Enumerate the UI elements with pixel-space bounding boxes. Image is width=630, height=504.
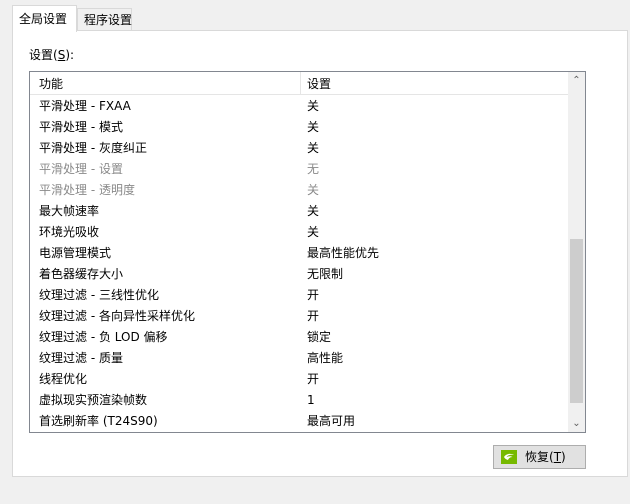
column-header-feature[interactable]: 功能 (39, 72, 63, 94)
row-feature: 虚拟现实预渲染帧数 (39, 393, 148, 407)
scroll-down-arrow-icon[interactable]: ⌄ (568, 415, 585, 432)
table-row[interactable]: 虚拟现实预渲染帧数 1 (30, 390, 568, 411)
table-row[interactable]: 最大帧速率 关 (30, 201, 568, 222)
tab-program-settings[interactable]: 程序设置 (77, 8, 132, 30)
row-setting-value: 关 (307, 225, 320, 239)
row-setting-value: 最高可用 (307, 414, 356, 428)
settings-panel: 设置(S): 功能 设置 平滑处理 - FXAA 关平滑处理 - 模式关平滑处理 … (12, 30, 628, 477)
settings-list[interactable]: 功能 设置 平滑处理 - FXAA 关平滑处理 - 模式关平滑处理 - 灰度纠正关… (29, 71, 586, 433)
table-row[interactable]: 环境光吸收 关 (30, 222, 568, 243)
row-setting-value: 关 (307, 120, 320, 134)
row-feature: 电源管理模式 (39, 246, 112, 260)
settings-rows: 平滑处理 - FXAA 关平滑处理 - 模式关平滑处理 - 灰度纠正关平滑处理 -… (30, 96, 568, 432)
restore-button-label: 恢复(T) (525, 450, 566, 464)
row-feature: 纹理过滤 - 三线性优化 (39, 288, 159, 302)
scroll-up-arrow-icon[interactable]: ⌃ (568, 72, 585, 89)
table-row[interactable]: 着色器缓存大小 无限制 (30, 264, 568, 285)
row-setting-value: 锁定 (307, 330, 332, 344)
scrollbar-thumb[interactable] (570, 239, 583, 403)
row-feature: 平滑处理 - 灰度纠正 (39, 141, 147, 155)
row-setting-value: 开 (307, 309, 320, 323)
column-header-setting[interactable]: 设置 (307, 72, 331, 94)
table-row[interactable]: 首选刷新率 (T24S90) 最高可用 (30, 411, 568, 432)
row-setting-value: 关 (307, 183, 320, 197)
vertical-scrollbar[interactable]: ⌃ ⌄ (568, 72, 585, 432)
table-row[interactable]: 纹理过滤 - 质量 高性能 (30, 348, 568, 369)
row-feature: 平滑处理 - 设置 (39, 162, 123, 176)
row-setting-value: 最高性能优先 (307, 246, 380, 260)
row-feature: 平滑处理 - FXAA (39, 99, 131, 113)
table-row[interactable]: 平滑处理 - 设置 无 (30, 159, 568, 180)
list-header: 功能 设置 (30, 72, 585, 95)
nvidia-logo-icon (501, 450, 517, 464)
row-setting-value: 无限制 (307, 267, 344, 281)
row-feature: 平滑处理 - 模式 (39, 120, 123, 134)
table-row[interactable]: 纹理过滤 - 负 LOD 偏移 锁定 (30, 327, 568, 348)
table-row[interactable]: 纹理过滤 - 三线性优化 开 (30, 285, 568, 306)
table-row[interactable]: 平滑处理 - 透明度 关 (30, 180, 568, 201)
row-setting-value: 开 (307, 288, 320, 302)
row-setting-value: 关 (307, 99, 320, 113)
restore-button[interactable]: 恢复(T) (493, 445, 586, 469)
row-setting-value: 开 (307, 372, 320, 386)
table-row[interactable]: 电源管理模式 最高性能优先 (30, 243, 568, 264)
row-feature: 纹理过滤 - 各向异性采样优化 (39, 309, 195, 323)
column-divider[interactable] (300, 72, 301, 94)
row-feature: 平滑处理 - 透明度 (39, 183, 135, 197)
table-row[interactable]: 平滑处理 - FXAA 关 (30, 96, 568, 117)
table-row[interactable]: 线程优化 开 (30, 369, 568, 390)
row-feature: 线程优化 (39, 372, 88, 386)
row-setting-value: 无 (307, 162, 320, 176)
row-setting-value: 关 (307, 204, 320, 218)
row-setting-value: 关 (307, 141, 320, 155)
table-row[interactable]: 纹理过滤 - 各向异性采样优化 开 (30, 306, 568, 327)
row-feature: 纹理过滤 - 质量 (39, 351, 123, 365)
tab-global-settings[interactable]: 全局设置 (12, 5, 77, 32)
settings-label: 设置(S): (29, 48, 75, 62)
row-feature: 着色器缓存大小 (39, 267, 124, 281)
row-feature: 纹理过滤 - 负 LOD 偏移 (39, 330, 168, 344)
row-setting-value: 高性能 (307, 351, 344, 365)
row-feature: 环境光吸收 (39, 225, 100, 239)
row-feature: 首选刷新率 (T24S90) (39, 414, 158, 428)
table-row[interactable]: 平滑处理 - 模式 关 (30, 117, 568, 138)
table-row[interactable]: 平滑处理 - 灰度纠正 关 (30, 138, 568, 159)
row-setting-value: 1 (307, 393, 315, 407)
row-feature: 最大帧速率 (39, 204, 100, 218)
